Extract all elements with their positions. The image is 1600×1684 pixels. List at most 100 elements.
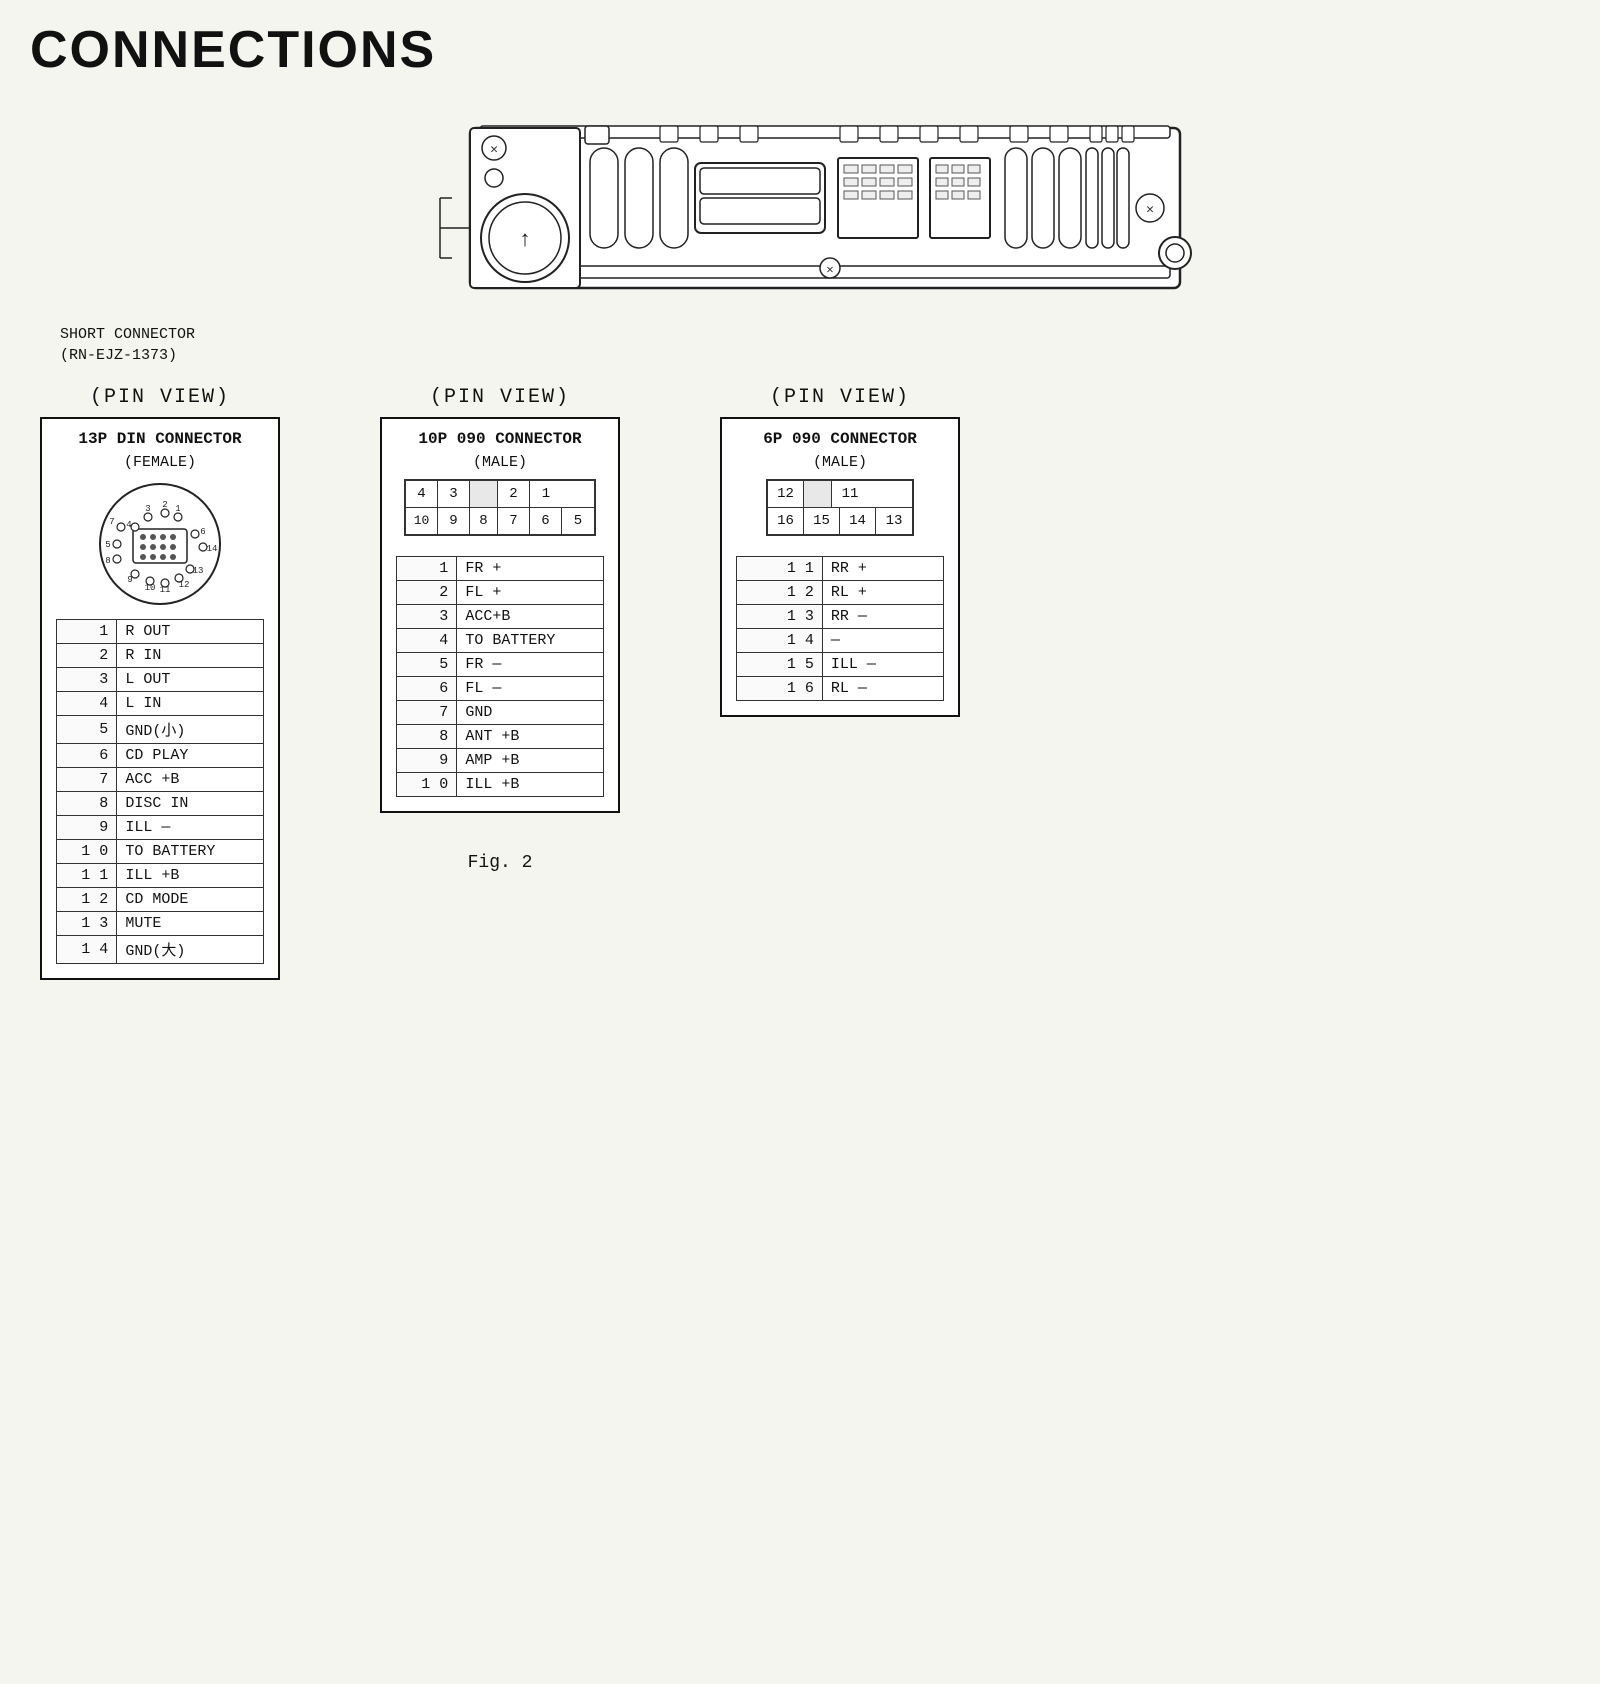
- svg-text:8: 8: [105, 556, 110, 566]
- table-row: 4TO BATTERY: [397, 628, 604, 652]
- table-row: 1 0ILL +B: [397, 772, 604, 796]
- fig-label: Fig. 2: [468, 853, 533, 873]
- connector-title-10p: 10P 090 CONNECTOR: [396, 429, 604, 450]
- pin-signal: ILL +B: [457, 772, 604, 796]
- connector-grid-10p: 4 3 2 1 10 9 8 7 6 5: [396, 479, 604, 546]
- pin-number: 4: [57, 691, 117, 715]
- pin-number: 1 1: [57, 863, 117, 887]
- pin-number: 1 2: [737, 580, 823, 604]
- svg-text:↑: ↑: [520, 226, 531, 251]
- pin-signal: CD MODE: [117, 887, 264, 911]
- table-row: 1 1RR +: [737, 556, 944, 580]
- pin-signal: ILL —: [822, 652, 943, 676]
- pin-number: 1 6: [737, 676, 823, 700]
- svg-text:2: 2: [162, 500, 167, 510]
- svg-text:✕: ✕: [490, 142, 498, 157]
- pin-number: 1: [57, 619, 117, 643]
- pin-signal: ACC+B: [457, 604, 604, 628]
- pin-number: 1 0: [57, 839, 117, 863]
- svg-text:14: 14: [207, 544, 218, 554]
- table-row: 1 2CD MODE: [57, 887, 264, 911]
- svg-text:✕: ✕: [1146, 202, 1154, 217]
- pin-signal: ILL +B: [117, 863, 264, 887]
- connector-box-10p: 10P 090 CONNECTOR (MALE) 4 3 2 1 10 9 8: [380, 417, 620, 813]
- pin-number: 3: [57, 667, 117, 691]
- pin-view-label-6p: (PIN VIEW): [770, 386, 910, 409]
- pin-number: 2: [397, 580, 457, 604]
- table-row: 8ANT +B: [397, 724, 604, 748]
- pin-signal: FL +: [457, 580, 604, 604]
- pin-signal: L IN: [117, 691, 264, 715]
- table-row: 6CD PLAY: [57, 743, 264, 767]
- pin-signal: RR —: [822, 604, 943, 628]
- table-row: 7ACC +B: [57, 767, 264, 791]
- pin-signal: —: [822, 628, 943, 652]
- table-row: 1R OUT: [57, 619, 264, 643]
- svg-text:12: 12: [179, 580, 190, 590]
- device-diagram: ↑ ✕: [30, 98, 1570, 318]
- table-row: 1 0TO BATTERY: [57, 839, 264, 863]
- svg-text:✕: ✕: [826, 263, 833, 277]
- pin-signal: GND(大): [117, 935, 264, 963]
- pin-number: 1: [397, 556, 457, 580]
- table-row: 3ACC+B: [397, 604, 604, 628]
- svg-text:3: 3: [145, 504, 150, 514]
- pin-number: 5: [397, 652, 457, 676]
- pin-signal: FL —: [457, 676, 604, 700]
- pin-section-10p: (PIN VIEW) 10P 090 CONNECTOR (MALE) 4 3 …: [380, 386, 620, 873]
- pin-number: 8: [397, 724, 457, 748]
- svg-text:9: 9: [127, 575, 132, 585]
- pin-number: 1 5: [737, 652, 823, 676]
- pin-signal: RL +: [822, 580, 943, 604]
- table-row: 1 3RR —: [737, 604, 944, 628]
- pin-table-10p: 1FR +2FL +3ACC+B4TO BATTERY5FR —6FL —7GN…: [396, 556, 604, 797]
- pin-tables-row: (PIN VIEW) 13P DIN CONNECTOR (FEMALE) 1 …: [30, 386, 1570, 980]
- din-circle-diagram: 1 2 3 4 5 6 7: [56, 479, 264, 609]
- table-row: 5FR —: [397, 652, 604, 676]
- table-row: 6FL —: [397, 676, 604, 700]
- pin-number: 1 3: [737, 604, 823, 628]
- pin-signal: GND(小): [117, 715, 264, 743]
- table-row: 8DISC IN: [57, 791, 264, 815]
- pin-signal: GND: [457, 700, 604, 724]
- connector-subtitle-6p: (MALE): [736, 454, 944, 471]
- pin-number: 5: [57, 715, 117, 743]
- pin-number: 1 4: [57, 935, 117, 963]
- connector-subtitle-10p: (MALE): [396, 454, 604, 471]
- pin-number: 4: [397, 628, 457, 652]
- pin-signal: RL —: [822, 676, 943, 700]
- table-row: 1 6RL —: [737, 676, 944, 700]
- pin-signal: FR +: [457, 556, 604, 580]
- pin-number: 6: [57, 743, 117, 767]
- pin-signal: FR —: [457, 652, 604, 676]
- connector-subtitle-13p: (FEMALE): [56, 454, 264, 471]
- pin-signal: RR +: [822, 556, 943, 580]
- pin-view-label-13p: (PIN VIEW): [90, 386, 230, 409]
- table-row: 7GND: [397, 700, 604, 724]
- pin-signal: TO BATTERY: [457, 628, 604, 652]
- connector-title-6p: 6P 090 CONNECTOR: [736, 429, 944, 450]
- pin-number: 9: [57, 815, 117, 839]
- pin-section-13p: (PIN VIEW) 13P DIN CONNECTOR (FEMALE) 1 …: [40, 386, 280, 980]
- table-row: 1 4GND(大): [57, 935, 264, 963]
- connector-box-13p: 13P DIN CONNECTOR (FEMALE) 1 2: [40, 417, 280, 980]
- svg-text:4: 4: [126, 520, 131, 530]
- svg-text:11: 11: [160, 585, 171, 595]
- connector-box-6p: 6P 090 CONNECTOR (MALE) 12 11 16 15 14 1…: [720, 417, 960, 717]
- table-row: 1 3MUTE: [57, 911, 264, 935]
- pin-number: 9: [397, 748, 457, 772]
- pin-signal: ACC +B: [117, 767, 264, 791]
- table-row: 9ILL —: [57, 815, 264, 839]
- table-row: 9AMP +B: [397, 748, 604, 772]
- table-row: 1 1ILL +B: [57, 863, 264, 887]
- pin-number: 1 1: [737, 556, 823, 580]
- table-row: 1FR +: [397, 556, 604, 580]
- svg-text:7: 7: [109, 517, 114, 527]
- pin-signal: R IN: [117, 643, 264, 667]
- svg-text:10: 10: [145, 583, 156, 593]
- pin-signal: MUTE: [117, 911, 264, 935]
- pin-number: 7: [57, 767, 117, 791]
- svg-text:13: 13: [193, 566, 204, 576]
- pin-number: 1 4: [737, 628, 823, 652]
- connector-title-13p: 13P DIN CONNECTOR: [56, 429, 264, 450]
